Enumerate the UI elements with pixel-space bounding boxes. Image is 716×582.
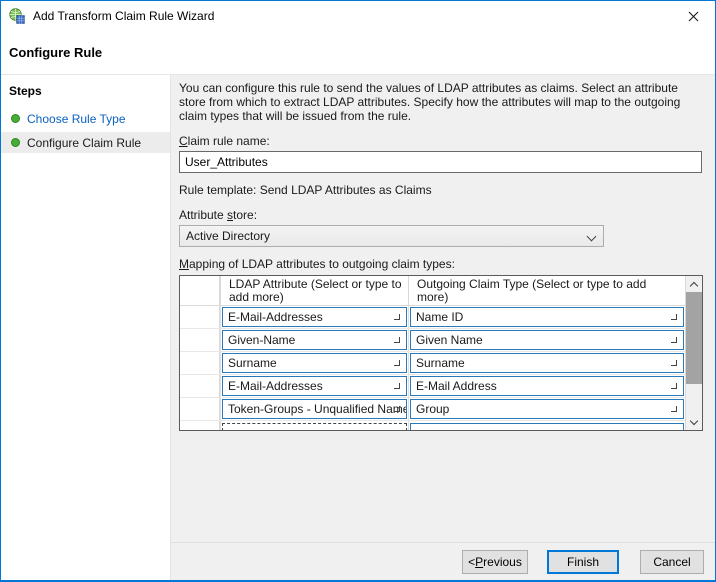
- mapping-table-body: E-Mail-Addresses Name ID Given-Name Give…: [180, 306, 685, 421]
- page-title: Configure Rule: [9, 45, 102, 60]
- footer-button-bar: < Previous Finish Cancel: [171, 542, 715, 580]
- chevron-down-icon: [671, 406, 677, 412]
- ldap-attribute-select[interactable]: E-Mail-Addresses: [222, 376, 407, 396]
- table-row-new: [180, 421, 685, 431]
- chevron-down-icon: [690, 416, 698, 424]
- outgoing-claim-type-value: E-Mail Address: [416, 379, 497, 393]
- table-row: E-Mail-Addresses Name ID: [180, 306, 685, 329]
- adfs-wizard-icon: [9, 8, 25, 24]
- scroll-down-button[interactable]: [686, 414, 702, 430]
- mapping-table-header: LDAP Attribute (Select or type to add mo…: [180, 276, 685, 306]
- ldap-attribute-value: Surname: [228, 356, 277, 370]
- chevron-down-icon: [394, 314, 400, 320]
- ldap-attribute-value: Given-Name: [228, 333, 295, 347]
- chevron-down-icon: [394, 406, 400, 412]
- ldap-attribute-select[interactable]: Token-Groups - Unqualified Names: [222, 399, 407, 419]
- outgoing-claim-type-value: Group: [416, 402, 449, 416]
- table-row: E-Mail-Addresses E-Mail Address: [180, 375, 685, 398]
- wizard-window: Add Transform Claim Rule Wizard Configur…: [0, 0, 716, 582]
- cancel-button[interactable]: Cancel: [640, 550, 704, 574]
- chevron-down-icon: [394, 337, 400, 343]
- chevron-down-icon: [671, 337, 677, 343]
- chevron-up-icon: [690, 281, 698, 289]
- new-row-claim-cell[interactable]: [410, 423, 684, 431]
- window-title: Add Transform Claim Rule Wizard: [33, 9, 214, 23]
- ldap-attribute-select[interactable]: Surname: [222, 353, 407, 373]
- claim-rule-name-label: Claim rule name:: [179, 134, 703, 148]
- steps-heading: Steps: [1, 80, 170, 108]
- ldap-attribute-select[interactable]: Given-Name: [222, 330, 407, 350]
- outgoing-claim-type-select[interactable]: E-Mail Address: [410, 376, 684, 396]
- claim-rule-name-input[interactable]: [179, 151, 702, 173]
- chevron-down-icon: [671, 360, 677, 366]
- chevron-down-icon: [394, 383, 400, 389]
- row-selector-cell[interactable]: [180, 329, 220, 351]
- outgoing-claim-type-select[interactable]: Given Name: [410, 330, 684, 350]
- attribute-store-value: Active Directory: [186, 229, 270, 243]
- scroll-up-button[interactable]: [686, 276, 702, 292]
- scrollbar-thumb[interactable]: [686, 292, 702, 384]
- outgoing-claim-type-value: Name ID: [416, 310, 463, 324]
- new-row-ldap-cell[interactable]: [222, 423, 407, 431]
- previous-button[interactable]: < Previous: [462, 550, 528, 574]
- sidebar-item-choose-rule-type[interactable]: Choose Rule Type: [1, 108, 170, 129]
- mapping-table-label: Mapping of LDAP attributes to outgoing c…: [179, 257, 703, 271]
- ldap-attribute-column-header: LDAP Attribute (Select or type to add mo…: [220, 276, 408, 305]
- rule-description-text: You can configure this rule to send the …: [179, 81, 702, 123]
- step-complete-icon: [11, 114, 20, 123]
- row-selector-cell[interactable]: [180, 421, 220, 431]
- rule-template-text: Rule template: Send LDAP Attributes as C…: [179, 183, 703, 197]
- outgoing-claim-type-column-header: Outgoing Claim Type (Select or type to a…: [408, 276, 685, 305]
- outgoing-claim-type-value: Surname: [416, 356, 465, 370]
- outgoing-claim-type-select[interactable]: Group: [410, 399, 684, 419]
- mapping-table: LDAP Attribute (Select or type to add mo…: [179, 275, 703, 431]
- step-label: Choose Rule Type: [27, 112, 126, 126]
- table-row: Given-Name Given Name: [180, 329, 685, 352]
- heading-band: Configure Rule: [1, 31, 715, 74]
- outgoing-claim-type-value: Given Name: [416, 333, 483, 347]
- chevron-down-icon: [671, 383, 677, 389]
- step-complete-icon: [11, 138, 20, 147]
- ldap-attribute-value: E-Mail-Addresses: [228, 310, 323, 324]
- table-row: Token-Groups - Unqualified Names Group: [180, 398, 685, 421]
- row-selector-cell[interactable]: [180, 352, 220, 374]
- ldap-attribute-value: E-Mail-Addresses: [228, 379, 323, 393]
- titlebar: Add Transform Claim Rule Wizard: [1, 1, 715, 31]
- row-selector-cell[interactable]: [180, 306, 220, 328]
- main-panel: You can configure this rule to send the …: [171, 75, 715, 580]
- row-selector-header: [180, 276, 220, 305]
- attribute-store-label: Attribute store:: [179, 208, 703, 222]
- chevron-down-icon: [587, 232, 597, 242]
- ldap-attribute-value: Token-Groups - Unqualified Names: [228, 402, 407, 416]
- steps-sidebar: Steps Choose Rule Type Configure Claim R…: [1, 75, 171, 580]
- finish-button[interactable]: Finish: [547, 550, 619, 574]
- chevron-down-icon: [671, 314, 677, 320]
- chevron-down-icon: [394, 360, 400, 366]
- table-scrollbar[interactable]: [685, 276, 702, 430]
- step-label: Configure Claim Rule: [27, 136, 141, 150]
- row-selector-cell[interactable]: [180, 398, 220, 420]
- attribute-store-select[interactable]: Active Directory: [179, 225, 604, 247]
- sidebar-item-configure-claim-rule[interactable]: Configure Claim Rule: [1, 132, 170, 153]
- scrollbar-track[interactable]: [686, 292, 702, 414]
- table-row: Surname Surname: [180, 352, 685, 375]
- ldap-attribute-select[interactable]: E-Mail-Addresses: [222, 307, 407, 327]
- close-button[interactable]: [671, 1, 715, 31]
- close-icon: [688, 11, 699, 22]
- outgoing-claim-type-select[interactable]: Surname: [410, 353, 684, 373]
- row-selector-cell[interactable]: [180, 375, 220, 397]
- outgoing-claim-type-select[interactable]: Name ID: [410, 307, 684, 327]
